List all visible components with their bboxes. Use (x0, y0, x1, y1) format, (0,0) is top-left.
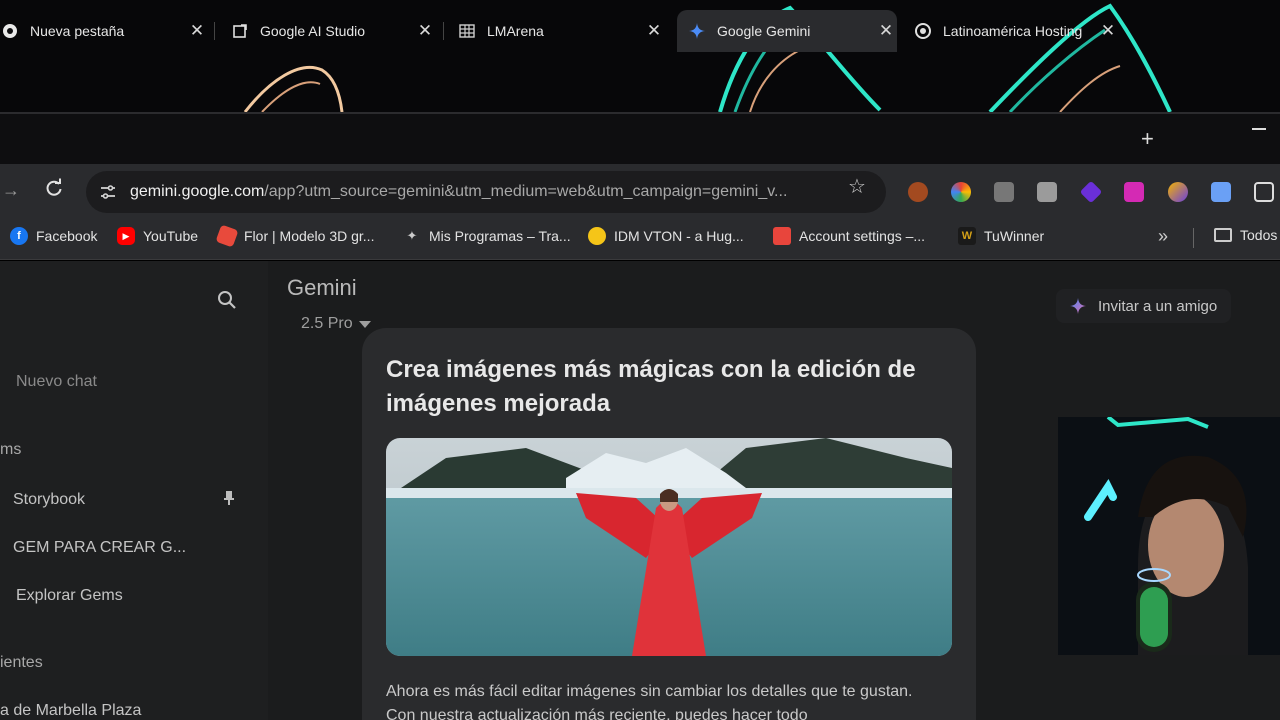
tab-divider (443, 22, 444, 40)
promo-body: Ahora es más fácil editar imágenes sin c… (386, 683, 913, 720)
bookmark-youtube[interactable]: ▶ YouTube (117, 227, 198, 245)
hosting-icon (915, 23, 931, 39)
gem-crear[interactable]: GEM PARA CREAR G... (13, 539, 186, 557)
minimize-icon[interactable] (1252, 128, 1266, 130)
gems-heading: ms (0, 441, 22, 458)
tuwinner-icon: W (958, 227, 976, 245)
bookmarks-divider (1193, 228, 1194, 248)
browser-toolbar: → gemini.google.com/app?utm_source=gemin… (0, 164, 1280, 220)
hugging-face-icon (588, 227, 606, 245)
new-tab-button[interactable]: + (1141, 126, 1154, 152)
tab-title: Google AI Studio (260, 23, 366, 39)
color-extension-icon[interactable] (951, 182, 971, 202)
account-settings-icon (773, 227, 791, 245)
tab-strip (0, 112, 1280, 164)
close-icon[interactable]: ✕ (1097, 21, 1119, 41)
recent-chat-item[interactable]: a de Marbella Plaza (0, 702, 141, 720)
promo-title: Crea imágenes más mágicas con la edición… (386, 356, 916, 417)
gemini-icon (689, 23, 705, 39)
close-icon[interactable]: ✕ (643, 21, 665, 41)
bookmark-label: Facebook (36, 228, 98, 244)
bookmark-account-settings[interactable]: Account settings –... (773, 227, 925, 245)
invite-friend-button[interactable]: Invitar a un amigo (1056, 289, 1232, 323)
bookmark-tuwinner[interactable]: W TuWinner (958, 227, 1044, 245)
download-extension-icon[interactable] (1124, 182, 1144, 202)
tab-lmarena[interactable]: LMArena ✕ (451, 10, 665, 52)
close-icon[interactable]: ✕ (875, 21, 897, 41)
tab-title: Nueva pestaña (30, 23, 125, 39)
code-extension-icon[interactable] (994, 182, 1014, 202)
folder-icon (1214, 228, 1232, 242)
promo-image (386, 438, 952, 656)
recents-heading: ientes (0, 654, 43, 671)
reload-icon[interactable] (44, 178, 64, 198)
new-chat-button[interactable]: Nuevo chat (16, 373, 97, 391)
red-feather-dress-photo (386, 438, 952, 656)
bookmark-mis-programas[interactable]: ✦ Mis Programas – Tra... (403, 227, 571, 245)
ai-studio-icon (232, 23, 248, 39)
tab-title: Google Gemini (717, 23, 811, 39)
chrome-icon (2, 23, 18, 39)
app-title: Gemini (287, 275, 357, 300)
wordpress-extension-icon[interactable] (908, 182, 928, 202)
tab-title: Latinoamérica Hosting (943, 23, 1083, 39)
caret-down-icon (358, 320, 371, 328)
more-bookmarks-icon[interactable]: » (1158, 226, 1168, 247)
tab-title: LMArena (487, 23, 544, 39)
close-icon[interactable]: ✕ (186, 21, 208, 41)
bookmark-idm-vton[interactable]: IDM VTON - a Hug... (588, 227, 744, 245)
sparkle-icon (1070, 298, 1086, 314)
model-label: 2.5 Pro (301, 315, 353, 332)
webcam-overlay (1058, 417, 1280, 655)
purple-extension-icon[interactable] (1079, 180, 1103, 204)
tab-divider (214, 22, 215, 40)
bookmark-label: Mis Programas – Tra... (429, 228, 571, 244)
sidebar: Nuevo chat ms Storybook GEM PARA CREAR G… (0, 261, 268, 720)
bookmark-facebook[interactable]: f Facebook (10, 227, 97, 245)
document-extension-icon[interactable] (1037, 182, 1057, 202)
url-host: gemini.google.com (130, 183, 265, 200)
search-icon[interactable] (217, 290, 237, 310)
gradient-extension-icon[interactable] (1168, 182, 1188, 202)
gemini-page: Nuevo chat ms Storybook GEM PARA CREAR G… (0, 261, 1280, 720)
promo-card: Crea imágenes más mágicas con la edición… (362, 328, 976, 720)
tab-latinoamerica-hosting[interactable]: Latinoamérica Hosting ✕ (907, 10, 1119, 52)
bookmark-label: IDM VTON - a Hug... (614, 228, 744, 244)
youtube-icon: ▶ (117, 227, 135, 245)
flower-icon (215, 224, 239, 248)
bookmark-folder-todos[interactable]: Todos (1214, 227, 1277, 243)
bookmark-flor[interactable]: Flor | Modelo 3D gr... (215, 224, 375, 248)
puzzle-icon[interactable] (1254, 182, 1274, 202)
table-icon (459, 23, 475, 39)
bookmark-label: TuWinner (984, 228, 1045, 244)
explore-gems-link[interactable]: Explorar Gems (16, 587, 123, 605)
bookmark-label: Account settings –... (799, 228, 926, 244)
tab-google-ai-studio[interactable]: Google AI Studio ✕ (222, 10, 436, 52)
programs-icon: ✦ (406, 228, 418, 243)
bookmark-label: Todos (1240, 227, 1278, 243)
site-info-icon[interactable] (98, 182, 118, 202)
invite-label: Invitar a un amigo (1098, 297, 1218, 315)
address-bar[interactable]: gemini.google.com/app?utm_source=gemini&… (86, 171, 886, 213)
bookmark-label: Flor | Modelo 3D gr... (244, 228, 375, 244)
gem-storybook[interactable]: Storybook (13, 491, 85, 509)
streamer-video (1058, 417, 1280, 655)
copy-extension-icon[interactable] (1211, 182, 1231, 202)
bookmark-star-icon[interactable]: ☆ (848, 174, 866, 199)
close-icon[interactable]: ✕ (414, 21, 436, 41)
model-selector[interactable]: 2.5 Pro (301, 315, 371, 333)
tab-google-gemini[interactable]: Google Gemini ✕ (677, 10, 897, 52)
url-path: /app?utm_source=gemini&utm_medium=web&ut… (264, 183, 788, 200)
url-text: gemini.google.com/app?utm_source=gemini&… (130, 183, 830, 201)
forward-icon[interactable]: → (2, 180, 20, 201)
facebook-icon: f (10, 227, 28, 245)
bookmark-label: YouTube (143, 228, 199, 244)
pin-icon[interactable] (222, 490, 236, 506)
tab-nueva-pestana[interactable]: Nueva pestaña ✕ (0, 10, 208, 52)
